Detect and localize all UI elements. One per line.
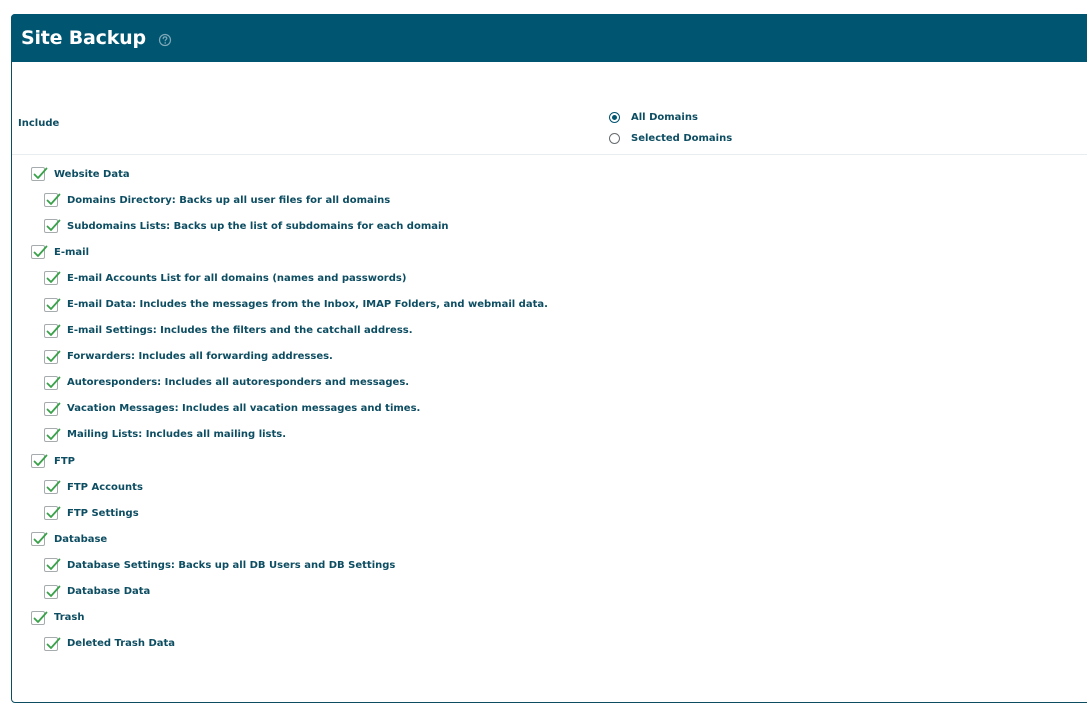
radio-label-all-domains: All Domains [631,112,698,123]
option-ftp-accounts[interactable]: FTP Accounts [31,474,548,500]
checkbox-label: Mailing Lists: Includes all mailing list… [67,429,287,441]
checkbox-ftp[interactable] [31,454,48,469]
checkbox-label: E-mail Data: Includes the messages from … [67,299,548,311]
option-subdomains-lists[interactable]: Subdomains Lists: Backs up the list of s… [31,213,548,239]
checkbox-label: Subdomains Lists: Backs up the list of s… [67,220,449,232]
radio-selected-domains[interactable] [609,133,620,144]
checkmark-icon [33,245,48,258]
checkbox-label: E-mail Settings: Includes the filters an… [67,325,413,337]
checkbox-label: Database [54,533,108,545]
site-backup-panel: Site Backup Include All Domains Selected… [11,14,1087,703]
checkbox-forwarders[interactable] [44,349,61,364]
checkbox-label: Autoresponders: Includes all autorespond… [67,377,410,389]
include-label: Include [18,118,60,129]
radio-label-selected-domains: Selected Domains [631,133,733,144]
option-forwarders[interactable]: Forwarders: Includes all forwarding addr… [31,344,548,370]
option-domains-directory[interactable]: Domains Directory: Backs up all user fil… [31,187,548,213]
checkbox-database-data[interactable] [44,584,61,599]
option-e-mail-accounts-list-for-all-domains-names-and-passwords[interactable]: E-mail Accounts List for all domains (na… [31,265,548,291]
checkbox-website-data[interactable] [31,167,48,182]
checkbox-trash[interactable] [31,610,48,625]
radio-option-selected-domains[interactable]: Selected Domains [609,128,732,149]
checkbox-deleted-trash-data[interactable] [44,636,61,651]
option-ftp-settings[interactable]: FTP Settings [31,500,548,526]
option-database-settings[interactable]: Database Settings: Backs up all DB Users… [31,552,548,578]
checkbox-vacation-messages[interactable] [44,401,61,416]
checkbox-label: Deleted Trash Data [67,638,176,650]
checkmark-icon [46,637,61,649]
option-mailing-lists[interactable]: Mailing Lists: Includes all mailing list… [31,422,548,448]
option-autoresponders[interactable]: Autoresponders: Includes all autorespond… [31,370,548,396]
checkbox-mailing-lists[interactable] [44,427,61,442]
checkbox-e-mail-data[interactable] [44,297,61,312]
checkmark-icon [33,167,48,179]
checkmark-icon [46,324,61,336]
checkmark-icon [33,532,48,545]
checkbox-e-mail-settings[interactable] [44,323,61,338]
checkbox-e-mail[interactable] [31,245,48,260]
domain-scope-radio-group: All Domains Selected Domains [609,107,732,149]
group-e-mail[interactable]: E-mail [31,239,548,265]
checkmark-icon [46,298,61,310]
checkbox-label: FTP Settings [67,507,139,519]
checkbox-label: Forwarders: Includes all forwarding addr… [67,351,333,363]
checkmark-icon [46,506,61,519]
checkbox-label: Vacation Messages: Includes all vacation… [67,403,421,415]
checkbox-label: Database Data [67,586,151,598]
checkbox-database-settings[interactable] [44,558,61,573]
group-trash[interactable]: Trash [31,605,548,631]
checkbox-subdomains-lists[interactable] [44,219,61,234]
checkmark-icon [46,193,61,206]
checkbox-e-mail-accounts-list-for-all-domains-names-and-passwords[interactable] [44,271,61,286]
checkmark-icon [46,272,61,284]
checkbox-label: Domains Directory: Backs up all user fil… [67,194,391,206]
checkmark-icon [46,376,61,388]
checkbox-label: E-mail [54,246,90,258]
help-icon[interactable] [158,32,172,47]
option-vacation-messages[interactable]: Vacation Messages: Includes all vacation… [31,396,548,422]
checkbox-label: Database Settings: Backs up all DB Users… [67,559,396,571]
group-ftp[interactable]: FTP [31,448,548,474]
option-e-mail-data[interactable]: E-mail Data: Includes the messages from … [31,291,548,317]
checkmark-icon [46,480,61,493]
option-database-data[interactable]: Database Data [31,579,548,605]
checkmark-icon [46,585,61,597]
checkbox-database[interactable] [31,532,48,547]
checkbox-label: Trash [54,612,85,624]
checkbox-ftp-settings[interactable] [44,506,61,521]
include-row: Include All Domains Selected Domains [12,101,1087,155]
checkmark-icon [46,428,61,440]
option-deleted-trash-data[interactable]: Deleted Trash Data [31,631,548,657]
checkmark-icon [33,454,48,466]
checkmark-icon [46,559,61,571]
option-e-mail-settings[interactable]: E-mail Settings: Includes the filters an… [31,318,548,344]
checkmark-icon [46,402,61,414]
checkbox-domains-directory[interactable] [44,193,61,208]
backup-options-tree: Website Data Domains Directory: Backs up … [31,161,548,657]
checkbox-label: FTP [54,455,75,467]
group-database[interactable]: Database [31,526,548,552]
checkmark-icon [46,350,61,362]
checkmark-icon [46,219,61,232]
panel-header: Site Backup [11,14,1087,62]
checkmark-icon [33,611,48,623]
checkbox-label: E-mail Accounts List for all domains (na… [67,272,407,284]
checkbox-ftp-accounts[interactable] [44,480,61,495]
checkbox-label: FTP Accounts [67,481,143,493]
radio-option-all-domains[interactable]: All Domains [609,107,732,128]
checkbox-autoresponders[interactable] [44,375,61,390]
radio-all-domains[interactable] [609,112,620,123]
group-website-data[interactable]: Website Data [31,161,548,187]
checkbox-label: Website Data [54,168,130,180]
page-title: Site Backup [21,27,146,49]
